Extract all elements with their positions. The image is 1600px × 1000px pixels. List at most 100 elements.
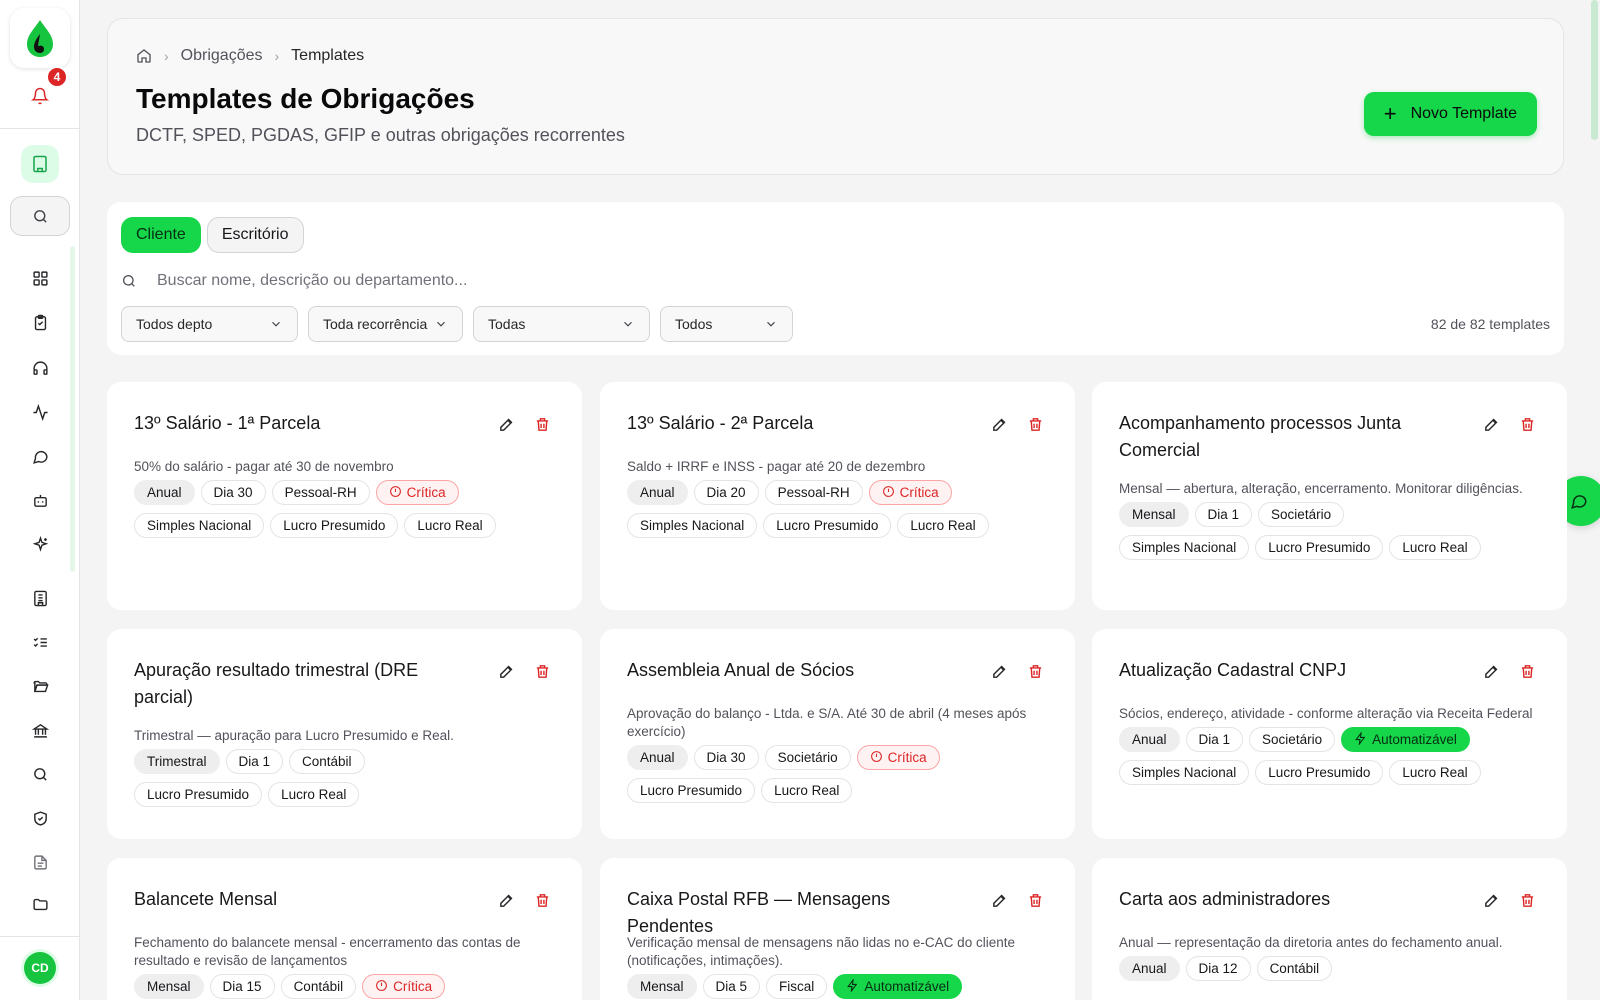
regime-tags: Simples Nacional Lucro Presumido Lucro Rea… [1119,535,1481,560]
regime-chip: Lucro Real [761,778,853,803]
regime-chip: Simples Nacional [627,513,758,538]
sidebar-item-activity[interactable] [20,394,60,430]
sidebar-item-reports[interactable] [20,844,60,880]
app-logo[interactable] [10,8,70,68]
template-description: Saldo + IRRF e INSS - pagar até 20 de de… [627,459,926,474]
sidebar-item-bank[interactable] [20,712,60,748]
regime-select[interactable]: Todos [660,306,793,342]
due-day-chip: Dia 12 [1185,956,1251,981]
template-description: Anual — representação da diretoria antes… [1119,935,1503,950]
delete-trash-icon[interactable] [1517,661,1537,681]
due-day-chip: Dia 30 [693,745,759,770]
sidebar-search-button[interactable] [10,196,70,236]
template-tags: Anual Dia 30 Pessoal-RH Crítica [134,480,459,505]
bolt-icon [1354,730,1367,748]
template-actions [496,890,552,910]
template-card[interactable]: Balancete Mensal Fechamento do balancete … [107,858,582,1000]
search-bar [121,266,1021,296]
new-template-button[interactable]: + Novo Template [1363,92,1537,136]
sidebar-item-checklist[interactable] [20,624,60,660]
delete-trash-icon[interactable] [532,890,552,910]
template-card[interactable]: Caixa Postal RFB — Mensagens Pendentes Ve… [600,858,1075,1000]
sidebar-item-support[interactable] [20,350,60,386]
template-tags: Mensal Dia 15 Contábil Crítica [134,974,446,999]
automatable-badge: Automatizável [1341,727,1470,752]
delete-trash-icon[interactable] [1517,890,1537,910]
home-icon[interactable] [136,48,152,64]
template-card[interactable]: Carta aos administradores Anual — represe… [1092,858,1567,1000]
edit-pencil-icon[interactable] [989,414,1009,434]
template-tags: Anual Dia 20 Pessoal-RH Crítica [627,480,952,505]
critical-badge: Crítica [868,480,952,505]
regime-chip: Lucro Real [897,513,989,538]
sidebar-item-documents[interactable] [20,668,60,704]
alert-circle-icon [882,485,895,501]
priority-select[interactable]: Todas [473,306,650,342]
delete-trash-icon[interactable] [1517,414,1537,434]
recurrence-chip: Trimestral [134,749,220,774]
tab-escritorio[interactable]: Escritório [206,217,304,253]
template-card[interactable]: Atualização Cadastral CNPJ Sócios, endere… [1092,629,1567,839]
template-title: Caixa Postal RFB — Mensagens Pendentes [627,889,891,936]
department-select[interactable]: Todos depto [121,306,298,342]
recurrence-select[interactable]: Toda recorrência [308,306,463,342]
delete-trash-icon[interactable] [1025,661,1045,681]
sidebar-item-messages[interactable] [20,438,60,474]
template-card[interactable]: 13º Salário - 2ª Parcela Saldo + IRRF e I… [600,382,1075,610]
template-actions [989,661,1045,681]
regime-chip: Lucro Presumido [134,782,263,807]
regime-chip: Lucro Real [1389,535,1481,560]
template-tags: Anual Dia 30 Societário Crítica [627,745,940,770]
sidebar-item-compliance[interactable] [20,800,60,836]
recurrence-chip: Anual [627,480,688,505]
regime-tags: Lucro Presumido Lucro Real [134,782,360,807]
template-card[interactable]: 13º Salário - 1ª Parcela 50% do salário -… [107,382,582,610]
edit-pencil-icon[interactable] [989,890,1009,910]
notifications-button[interactable] [26,82,54,110]
sidebar-item-dashboard[interactable] [20,260,60,296]
sidebar-item-bot[interactable] [20,482,60,518]
user-avatar[interactable]: CD [24,952,56,984]
sidebar-item-ai[interactable] [20,526,60,562]
edit-pencil-icon[interactable] [496,661,516,681]
template-card[interactable]: Apuração resultado trimestral (DRE parci… [107,629,582,839]
edit-pencil-icon[interactable] [1481,890,1501,910]
search-input[interactable] [157,272,757,290]
template-description: Trimestral — apuração para Lucro Presumi… [134,728,454,743]
edit-pencil-icon[interactable] [1481,414,1501,434]
regime-tags: Simples Nacional Lucro Presumido Lucro Rea… [134,513,496,538]
template-card[interactable]: Acompanhamento processos Junta Comercial… [1092,382,1567,610]
sidebar-item-files[interactable] [20,886,60,922]
template-tags: Mensal Dia 5 Fiscal Automatizável [627,974,963,999]
edit-pencil-icon[interactable] [496,414,516,434]
critical-label: Crítica [406,485,446,500]
bank-icon [31,723,49,738]
page-scrollbar[interactable] [1591,0,1598,140]
sidebar-item-companies-list[interactable] [20,580,60,616]
due-day-chip: Dia 1 [225,749,284,774]
edit-pencil-icon[interactable] [989,661,1009,681]
sidebar-scrollbar[interactable] [70,246,75,572]
delete-trash-icon[interactable] [1025,414,1045,434]
tab-cliente[interactable]: Cliente [121,217,201,253]
logo-drop-icon [27,20,53,57]
building-icon [33,590,47,606]
bolt-icon [846,977,859,995]
breadcrumb-obrigacoes[interactable]: Obrigações [181,47,263,65]
template-description: 50% do salário - pagar até 30 de novembr… [134,459,394,474]
critical-label: Crítica [393,979,433,994]
chevron-down-icon [272,321,280,327]
edit-pencil-icon[interactable] [1481,661,1501,681]
delete-trash-icon[interactable] [532,661,552,681]
delete-trash-icon[interactable] [1025,890,1045,910]
template-title: 13º Salário - 2ª Parcela [627,413,814,433]
edit-pencil-icon[interactable] [496,890,516,910]
template-title: Assembleia Anual de Sócios [627,660,855,680]
regime-tags: Simples Nacional Lucro Presumido Lucro Rea… [627,513,989,538]
delete-trash-icon[interactable] [532,414,552,434]
sidebar-item-tasks[interactable] [20,304,60,340]
template-card[interactable]: Assembleia Anual de Sócios Aprovação do b… [600,629,1075,839]
sidebar-item-search[interactable] [20,756,60,792]
template-actions [989,414,1045,434]
sidebar-item-companies[interactable] [21,145,59,183]
